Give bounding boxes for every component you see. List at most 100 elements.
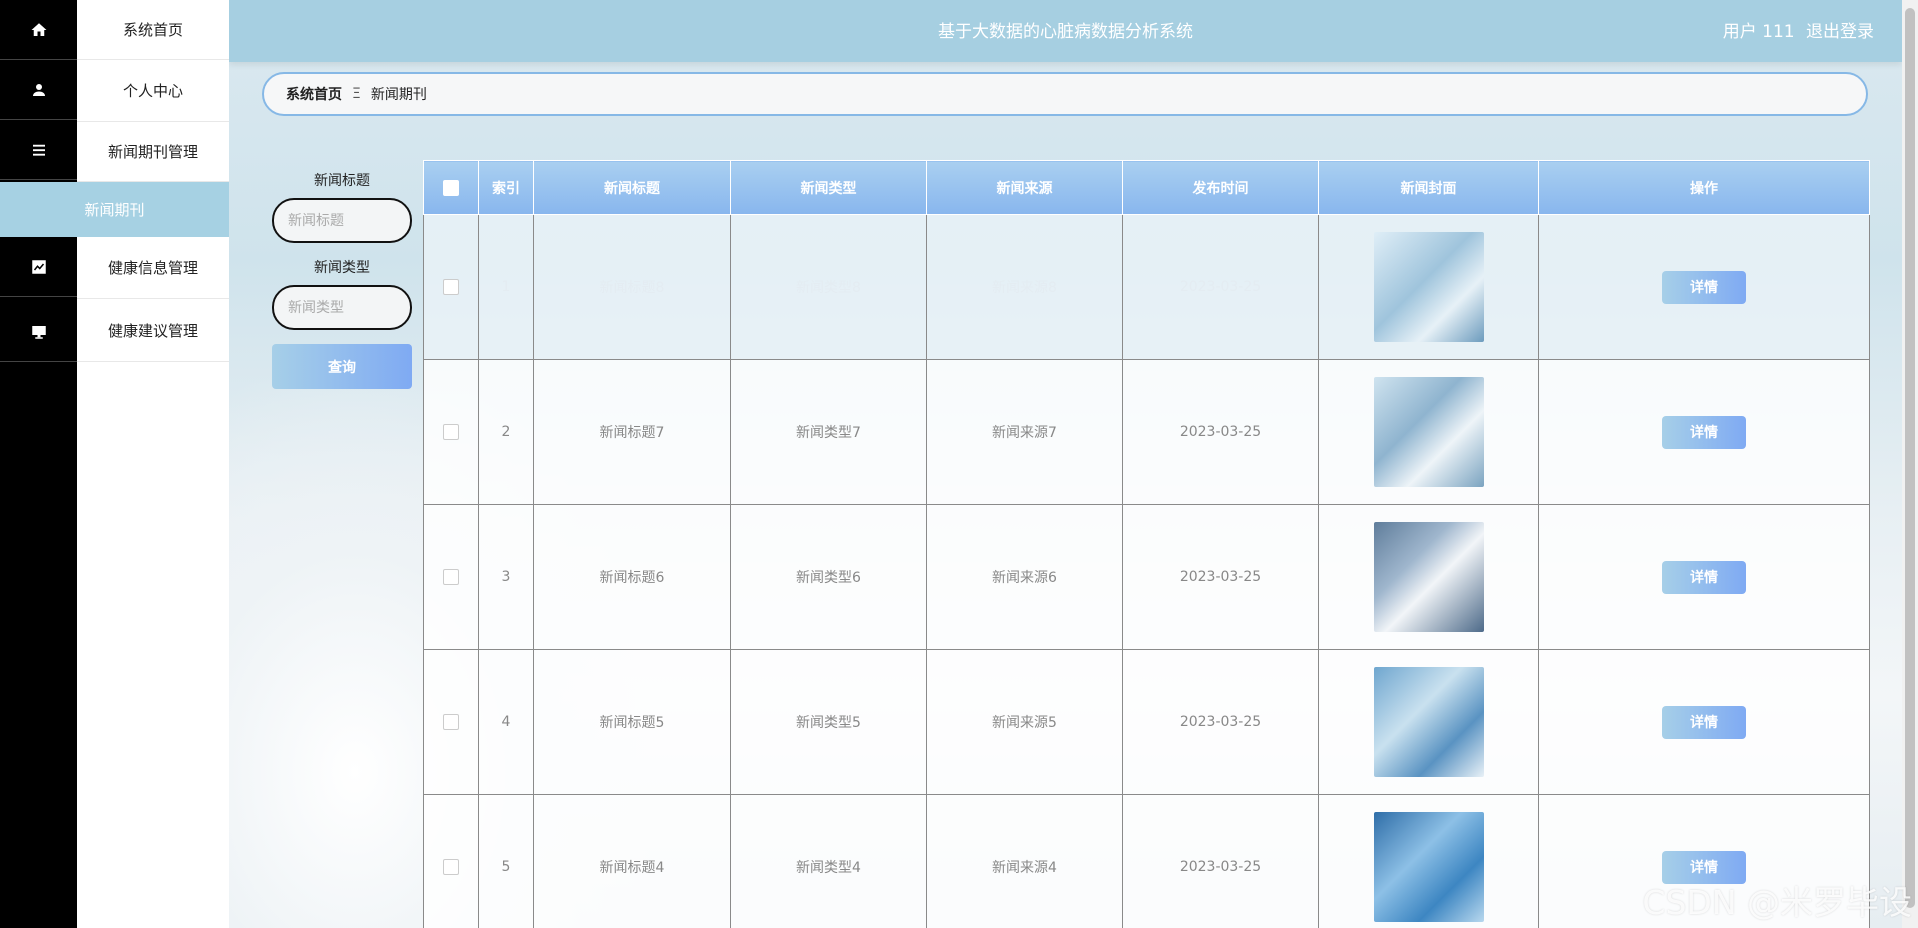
row-date: 2023-03-25 [1122, 214, 1319, 360]
rail-user[interactable] [0, 60, 77, 120]
row-source: 新闻来源7 [926, 359, 1123, 505]
column-header-action: 操作 [1538, 160, 1870, 215]
row-title: 新闻标题5 [533, 649, 731, 795]
search-panel: 新闻标题 新闻类型 查询 [272, 170, 412, 389]
row-date: 2023-03-25 [1122, 359, 1319, 505]
row-cover-cell [1318, 504, 1539, 650]
row-cover-cell [1318, 649, 1539, 795]
type-search-label: 新闻类型 [314, 260, 370, 276]
sidebar-item-health-info[interactable]: 健康信息管理 [77, 237, 229, 299]
rail-chart[interactable] [0, 237, 77, 297]
row-source: 新闻来源4 [926, 794, 1123, 928]
row-action-cell: 详情 [1538, 649, 1870, 795]
row-select-cell[interactable] [423, 214, 479, 360]
row-checkbox[interactable] [443, 714, 459, 730]
scrollbar-thumb[interactable] [1905, 8, 1915, 908]
list-icon [32, 144, 45, 156]
row-index: 4 [478, 649, 534, 795]
user-label: 用户 111 [1722, 22, 1795, 42]
breadcrumb: 系统首页 Ξ 新闻期刊 [262, 72, 1868, 116]
detail-button[interactable]: 详情 [1662, 705, 1746, 739]
vertical-scrollbar[interactable] [1902, 0, 1918, 928]
row-action-cell: 详情 [1538, 214, 1870, 360]
row-title: 新闻标题8 [533, 214, 731, 360]
row-index: 5 [478, 794, 534, 928]
rail-monitor[interactable] [0, 302, 77, 362]
main-content: 基于大数据的心脏病数据分析系统 用户 111 退出登录 系统首页 Ξ 新闻期刊 … [229, 0, 1902, 928]
row-checkbox[interactable] [443, 279, 459, 295]
row-source: 新闻来源8 [926, 214, 1123, 360]
table-header-row: 索引 新闻标题 新闻类型 新闻来源 发布时间 新闻封面 操作 [423, 160, 1870, 215]
row-index: 1 [478, 214, 534, 360]
column-header-date: 发布时间 [1122, 160, 1319, 215]
column-header-title: 新闻标题 [533, 160, 731, 215]
watermark: CSDN @米罗毕设 [1642, 883, 1912, 922]
row-cover-cell [1318, 359, 1539, 505]
tablet-doctor-image [1373, 812, 1484, 922]
title-search-input[interactable] [272, 198, 412, 243]
title-search-label: 新闻标题 [314, 173, 370, 189]
query-button[interactable]: 查询 [272, 344, 412, 389]
rail-list[interactable] [0, 120, 77, 180]
row-cover-cell [1318, 794, 1539, 928]
row-title: 新闻标题7 [533, 359, 731, 505]
sidebar-item-health-advice[interactable]: 健康建议管理 [77, 299, 229, 362]
row-type: 新闻类型7 [730, 359, 927, 505]
rail-home[interactable] [0, 0, 77, 60]
row-action-cell: 详情 [1538, 359, 1870, 505]
row-type: 新闻类型8 [730, 214, 927, 360]
type-search-input[interactable] [272, 285, 412, 330]
sidebar-menu: 系统首页 个人中心 新闻期刊管理 健康信息管理 健康建议管理 [77, 0, 229, 928]
row-select-cell[interactable] [423, 504, 479, 650]
column-header-type: 新闻类型 [730, 160, 927, 215]
row-select-cell[interactable] [423, 794, 479, 928]
row-select-cell[interactable] [423, 649, 479, 795]
row-checkbox[interactable] [443, 424, 459, 440]
vaccine-image [1373, 232, 1484, 342]
row-checkbox[interactable] [443, 859, 459, 875]
surgery-image [1373, 667, 1484, 777]
column-header-index: 索引 [478, 160, 534, 215]
sidebar-item-profile[interactable]: 个人中心 [77, 60, 229, 122]
table-row[interactable]: 1 新闻标题8 新闻类型8 新闻来源8 2023-03-25 详情 [423, 214, 1870, 360]
column-header-source: 新闻来源 [926, 160, 1123, 215]
table-row[interactable]: 3 新闻标题6 新闻类型6 新闻来源6 2023-03-25 详情 [423, 504, 1870, 650]
row-date: 2023-03-25 [1122, 649, 1319, 795]
row-index: 3 [478, 504, 534, 650]
detail-button[interactable]: 详情 [1662, 560, 1746, 594]
row-title: 新闻标题4 [533, 794, 731, 928]
row-type: 新闻类型5 [730, 649, 927, 795]
breadcrumb-separator-icon: Ξ [352, 86, 361, 102]
table-row[interactable]: 4 新闻标题5 新闻类型5 新闻来源5 2023-03-25 详情 [423, 649, 1870, 795]
sidebar-subitem-news[interactable]: 新闻期刊 [0, 182, 229, 237]
row-checkbox[interactable] [443, 569, 459, 585]
row-source: 新闻来源6 [926, 504, 1123, 650]
logout-link[interactable]: 退出登录 [1806, 22, 1874, 42]
row-source: 新闻来源5 [926, 649, 1123, 795]
row-title: 新闻标题6 [533, 504, 731, 650]
detail-button[interactable]: 详情 [1662, 415, 1746, 449]
app-title: 基于大数据的心脏病数据分析系统 [938, 22, 1193, 42]
row-action-cell: 详情 [1538, 504, 1870, 650]
row-select-cell[interactable] [423, 359, 479, 505]
monitor-icon [31, 325, 46, 339]
column-header-cover: 新闻封面 [1318, 160, 1539, 215]
row-type: 新闻类型4 [730, 794, 927, 928]
sidebar-item-news-management[interactable]: 新闻期刊管理 [77, 122, 229, 182]
row-cover-cell [1318, 214, 1539, 360]
sidebar-item-home[interactable]: 系统首页 [77, 0, 229, 60]
detail-button[interactable]: 详情 [1662, 270, 1746, 304]
home-icon [31, 22, 46, 36]
table-row[interactable]: 2 新闻标题7 新闻类型7 新闻来源7 2023-03-25 详情 [423, 359, 1870, 505]
row-index: 2 [478, 359, 534, 505]
select-all-checkbox[interactable] [443, 179, 459, 196]
row-date: 2023-03-25 [1122, 794, 1319, 928]
breadcrumb-home[interactable]: 系统首页 [286, 84, 342, 104]
row-date: 2023-03-25 [1122, 504, 1319, 650]
news-table: 索引 新闻标题 新闻类型 新闻来源 发布时间 新闻封面 操作 1 新闻标题8 新闻类… [423, 160, 1870, 928]
doctors-image [1373, 377, 1484, 487]
select-all-header[interactable] [423, 160, 479, 215]
breadcrumb-current: 新闻期刊 [370, 87, 427, 103]
user-box: 用户 111 退出登录 [1717, 17, 1874, 42]
user-icon [32, 83, 45, 96]
